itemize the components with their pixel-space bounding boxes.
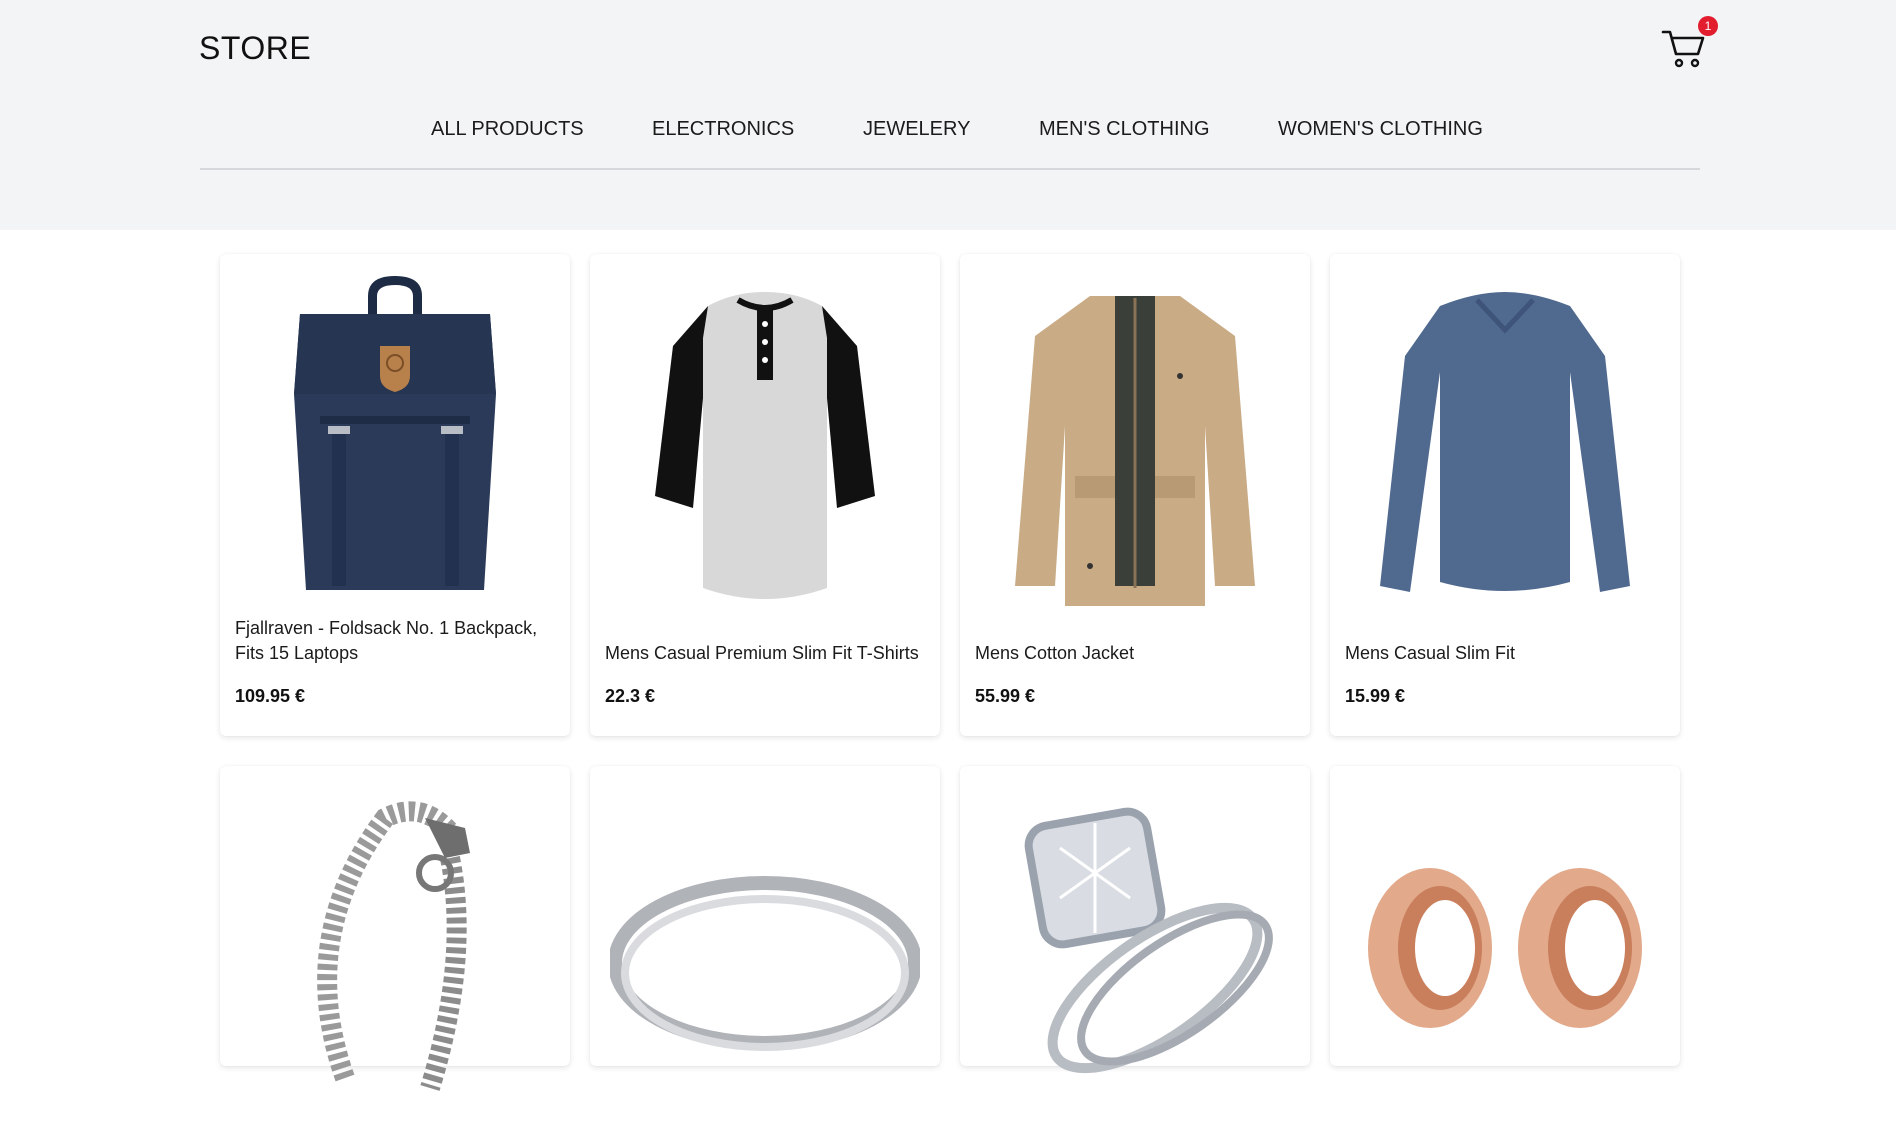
jacket-image — [980, 266, 1290, 626]
site-header: STORE 1 ALL PRODUCTS ELECTRONICS JEWELER… — [0, 0, 1896, 230]
product-title: Mens Cotton Jacket — [975, 643, 1135, 663]
tab-jewelery[interactable]: JEWELERY — [863, 118, 970, 141]
cart-button[interactable]: 1 — [1660, 16, 1718, 70]
tab-electronics[interactable]: ELECTRONICS — [652, 118, 794, 141]
product-price: 15.99 € — [1345, 686, 1406, 706]
product-price: 22.3 € — [605, 686, 656, 706]
cart-icon — [1661, 30, 1705, 68]
product-title: Fjallraven - Foldsack No. 1 Backpack, Fi… — [235, 618, 538, 663]
product-card[interactable]: Mens Casual Premium Slim Fit T-Shirts 22… — [590, 254, 940, 736]
product-card[interactable]: Fjallraven - Foldsack No. 1 Backpack, Fi… — [220, 254, 570, 736]
product-title: Mens Casual Premium Slim Fit T-Shirts — [605, 643, 919, 663]
product-card[interactable] — [220, 766, 570, 1091]
diamond-ring-image — [980, 778, 1290, 1138]
product-card[interactable]: Mens Casual Slim Fit 15.99 € — [1330, 254, 1680, 736]
longsleeve-image — [1350, 266, 1660, 626]
product-card[interactable] — [590, 766, 940, 1066]
product-card[interactable] — [1330, 766, 1680, 1066]
brand-logo[interactable]: STORE — [199, 30, 311, 67]
backpack-image — [240, 266, 550, 626]
tshirt-image — [610, 266, 920, 626]
product-title: Mens Casual Slim Fit — [1345, 643, 1516, 663]
product-card[interactable] — [960, 766, 1310, 1074]
tab-all-products[interactable]: ALL PRODUCTS — [431, 118, 584, 141]
earring-plugs-image — [1350, 778, 1660, 1138]
bracelet-image — [240, 778, 550, 1138]
ring-image — [610, 778, 920, 1138]
product-price: 109.95 € — [235, 686, 306, 706]
product-price: 55.99 € — [975, 686, 1036, 706]
tab-mens-clothing[interactable]: MEN'S CLOTHING — [1039, 118, 1210, 141]
product-card[interactable]: Mens Cotton Jacket 55.99 € — [960, 254, 1310, 736]
cart-count-badge: 1 — [1698, 16, 1718, 36]
tab-womens-clothing[interactable]: WOMEN'S CLOTHING — [1278, 118, 1483, 141]
category-nav: ALL PRODUCTS ELECTRONICS JEWELERY MEN'S … — [200, 118, 1700, 170]
